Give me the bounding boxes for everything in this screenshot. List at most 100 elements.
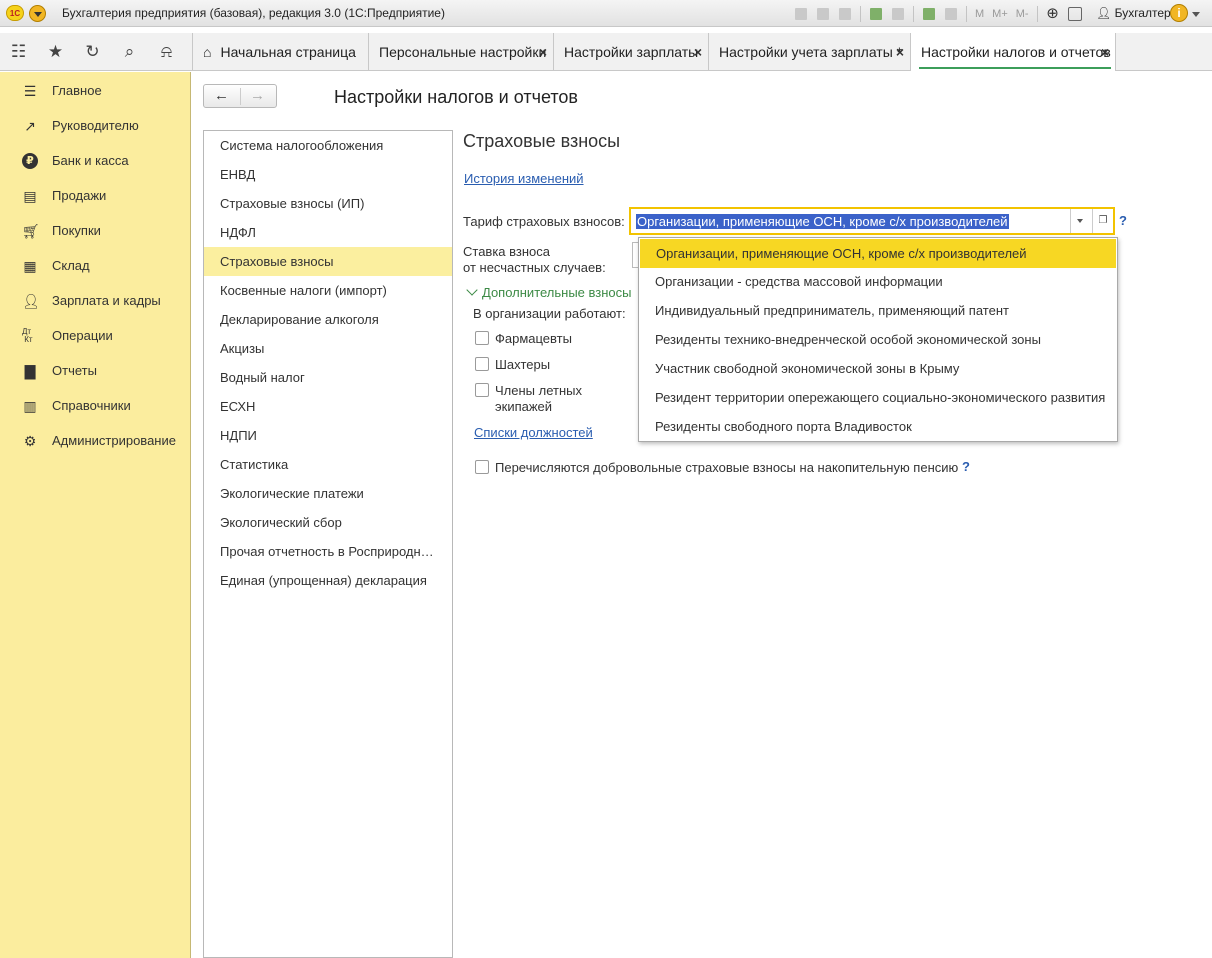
warehouse-icon: ▦ <box>23 257 37 274</box>
additional-contributions-group[interactable]: Дополнительные взносы <box>466 284 632 300</box>
toolbar-divider <box>913 5 914 22</box>
sidebar-item-label: Отчеты <box>52 363 97 378</box>
sidebar-item-reports[interactable]: ▇ Отчеты <box>0 353 191 388</box>
toolbar-divider <box>1036 5 1038 22</box>
title-toolbar: M M+ M- ⊕ <box>792 3 1084 24</box>
list-item[interactable]: Экологический сбор <box>204 508 452 537</box>
dropdown-option[interactable]: Индивидуальный предприниматель, применяю… <box>639 296 1117 325</box>
dropdown-option[interactable]: Резидент территории опережающего социаль… <box>639 383 1117 412</box>
calendar-icon[interactable] <box>942 5 960 23</box>
sidebar-item-references[interactable]: ▥ Справочники <box>0 388 191 423</box>
list-item[interactable]: Косвенные налоги (импорт) <box>204 276 452 305</box>
tab-salary-settings[interactable]: Настройки зарплаты × <box>553 33 708 71</box>
history-link[interactable]: История изменений <box>464 171 584 186</box>
voluntary-pension-label: Перечисляются добровольные страховые взн… <box>495 460 959 475</box>
list-item[interactable]: Декларирование алкоголя <box>204 305 452 334</box>
miners-checkbox[interactable] <box>475 357 489 371</box>
sidebar-item-manager[interactable]: ↗ Руководителю <box>0 108 191 143</box>
upload-icon[interactable] <box>867 5 885 23</box>
sidebar-item-label: Зарплата и кадры <box>52 293 161 308</box>
calculator-icon[interactable] <box>920 5 938 23</box>
list-item[interactable]: Прочая отчетность в Росприродн… <box>204 537 452 566</box>
memory-button[interactable]: M <box>973 8 986 20</box>
navigation-buttons: ← → <box>203 84 277 108</box>
user-icon: 👤︎ <box>1096 6 1115 20</box>
close-icon[interactable]: × <box>1101 44 1109 60</box>
toolbar-divider <box>966 5 967 22</box>
close-icon[interactable]: × <box>694 44 702 60</box>
forward-arrow-icon[interactable]: → <box>250 87 265 104</box>
sidebar-item-bank[interactable]: ₽ Банк и касса <box>0 143 191 178</box>
tab-label: Персональные настройки <box>379 44 547 60</box>
sidebar-item-purchases[interactable]: 🛒︎ Покупки <box>0 213 191 248</box>
list-item[interactable]: НДПИ <box>204 421 452 450</box>
help-icon[interactable]: ? <box>962 459 970 474</box>
sidebar-item-label: Операции <box>52 328 113 343</box>
sidebar-item-warehouse[interactable]: ▦ Склад <box>0 248 191 283</box>
trend-icon: ↗ <box>24 117 36 134</box>
dropdown-option[interactable]: Участник свободной экономической зоны в … <box>639 354 1117 383</box>
sidebar-item-operations[interactable]: Дт Кт Операции <box>0 318 191 353</box>
tab-salary-accounting-settings[interactable]: Настройки учета зарплаты * × <box>708 33 910 71</box>
positions-link[interactable]: Списки должностей <box>474 425 593 440</box>
list-item[interactable]: ЕСХН <box>204 392 452 421</box>
list-item-selected[interactable]: Страховые взносы <box>204 247 452 276</box>
tab-personal-settings[interactable]: Персональные настройки × <box>368 33 553 71</box>
dropdown-option[interactable]: Организации - средства массовой информац… <box>639 267 1117 296</box>
current-user[interactable]: 👤︎ Бухгалтер <box>1096 6 1171 20</box>
list-item[interactable]: ЕНВД <box>204 160 452 189</box>
gear-icon: ⚙ <box>23 432 37 449</box>
list-item[interactable]: Страховые взносы (ИП) <box>204 189 452 218</box>
chevron-down-icon[interactable] <box>1070 209 1090 233</box>
rate-label: Ставка взноса <box>463 244 551 259</box>
preview-icon[interactable] <box>836 5 854 23</box>
print-icon[interactable] <box>814 5 832 23</box>
sidebar-item-main[interactable]: ☰ Главное <box>0 73 191 108</box>
memory-plus-button[interactable]: M+ <box>990 8 1010 20</box>
tab-home[interactable]: ⌂ Начальная страница <box>192 33 368 71</box>
info-icon[interactable]: i <box>1170 4 1188 22</box>
miners-label: Шахтеры <box>495 357 551 372</box>
tariff-value: Организации, применяющие ОСН, кроме с/х … <box>636 214 1009 229</box>
tariff-select[interactable]: Организации, применяющие ОСН, кроме с/х … <box>629 207 1115 235</box>
rate-label-cont: от несчастных случаев: <box>463 260 606 275</box>
sidebar-item-sales[interactable]: ▤ Продажи <box>0 178 191 213</box>
list-item[interactable]: НДФЛ <box>204 218 452 247</box>
help-icon[interactable]: ? <box>1119 213 1127 228</box>
close-icon[interactable]: × <box>539 44 547 60</box>
list-item[interactable]: Единая (упрощенная) декларация <box>204 566 452 595</box>
zoom-icon[interactable]: ⊕ <box>1044 5 1062 23</box>
tab-tax-settings[interactable]: Настройки налогов и отчетов × <box>910 33 1116 71</box>
dropdown-option[interactable]: Резиденты технико-внедренческой особой э… <box>639 325 1117 354</box>
star-icon[interactable]: ★ <box>37 33 74 71</box>
panels-icon[interactable] <box>1067 6 1082 21</box>
search-icon[interactable]: ⌕ <box>111 33 148 71</box>
dropdown-option[interactable]: Резиденты свободного порта Владивосток <box>639 412 1117 441</box>
sidebar-item-hr[interactable]: 👤︎ Зарплата и кадры <box>0 283 191 318</box>
sidebar-item-administration[interactable]: ⚙ Администрирование <box>0 423 191 458</box>
cart-icon: 🛒︎ <box>22 222 40 239</box>
save-icon[interactable] <box>792 5 810 23</box>
list-item[interactable]: Водный налог <box>204 363 452 392</box>
chevron-down-icon[interactable] <box>1192 12 1200 17</box>
memory-minus-button[interactable]: M- <box>1014 8 1031 20</box>
dropdown-option-highlighted[interactable]: Организации, применяющие ОСН, кроме с/х … <box>640 239 1116 268</box>
tariff-label: Тариф страховых взносов: <box>463 214 625 229</box>
voluntary-pension-checkbox[interactable] <box>475 460 489 474</box>
list-item[interactable]: Акцизы <box>204 334 452 363</box>
attach-icon[interactable] <box>889 5 907 23</box>
apps-grid-icon[interactable]: ☷ <box>0 33 37 71</box>
bell-icon[interactable]: ⍾ <box>148 33 185 71</box>
main-menu-button[interactable] <box>29 5 46 22</box>
book-icon: ▥ <box>23 397 37 414</box>
close-icon[interactable]: × <box>896 44 904 60</box>
pharmacists-checkbox[interactable] <box>475 331 489 345</box>
list-item[interactable]: Экологические платежи <box>204 479 452 508</box>
flight-crew-checkbox[interactable] <box>475 383 489 397</box>
open-form-icon[interactable]: ❐ <box>1092 209 1113 233</box>
list-item[interactable]: Статистика <box>204 450 452 479</box>
back-arrow-icon[interactable]: ← <box>214 87 229 104</box>
flight-crew-label: Члены летных <box>495 383 582 398</box>
list-item[interactable]: Система налогообложения <box>204 131 452 160</box>
history-icon[interactable]: ↻ <box>74 33 111 71</box>
